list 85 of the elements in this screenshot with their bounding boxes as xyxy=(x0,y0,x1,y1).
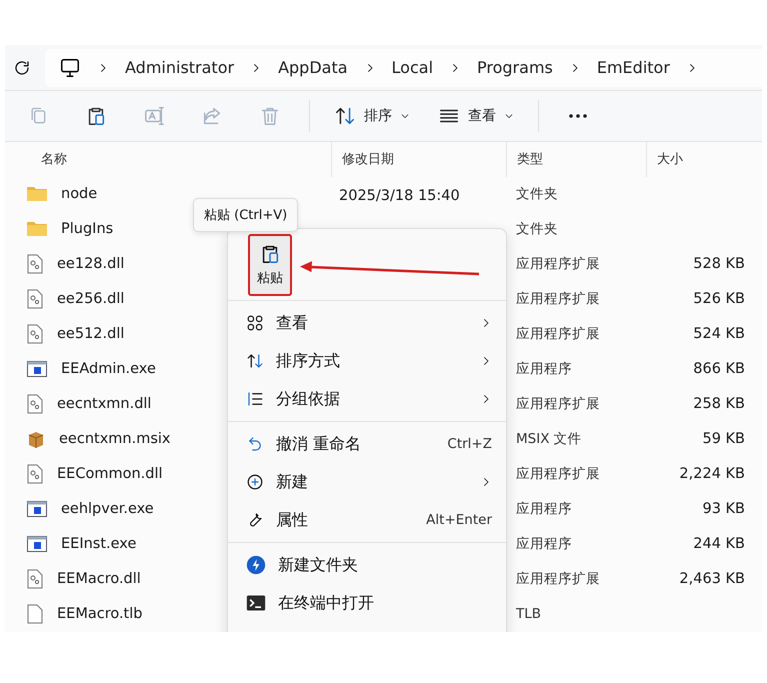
file-name[interactable]: ee256.dll xyxy=(49,291,124,308)
file-type: TLB xyxy=(515,606,542,622)
settings-file-icon xyxy=(27,254,43,274)
file-type: 应用程序扩展 xyxy=(515,325,601,344)
file-type: 文件夹 xyxy=(515,185,559,204)
file-name[interactable]: PlugIns xyxy=(53,221,114,238)
sort-icon xyxy=(246,352,264,370)
file-name[interactable]: node xyxy=(53,186,98,202)
file-size: 526 KB xyxy=(692,291,745,308)
column-header[interactable]: 类型 xyxy=(506,142,646,177)
menu-item[interactable]: 分组依据 xyxy=(228,380,506,418)
menu-item[interactable]: 撤消 重命名 Ctrl+Z xyxy=(228,425,506,463)
breadcrumb-item[interactable]: EmEditor xyxy=(596,58,670,78)
breadcrumb-item[interactable]: Programs xyxy=(477,58,553,78)
computer-icon xyxy=(59,56,81,79)
menu-item[interactable]: 新建文件夹 xyxy=(228,546,506,584)
settings-file-icon xyxy=(27,289,43,310)
list-icon xyxy=(246,390,264,408)
shortcut-text: Alt+Enter xyxy=(426,512,492,528)
file-type: 应用程序 xyxy=(515,360,573,378)
file-name[interactable]: ee512.dll xyxy=(49,326,124,342)
file-size: 2,463 KB xyxy=(678,571,745,588)
file-size: 258 KB xyxy=(692,396,745,412)
file-type: 应用程序扩展 xyxy=(515,395,601,414)
file-size: 866 KB xyxy=(692,361,745,378)
file-type: 应用程序 xyxy=(515,500,573,518)
file-name[interactable]: EEMacro.dll xyxy=(49,571,141,588)
grid-icon xyxy=(246,314,264,332)
settings-file-icon xyxy=(27,394,43,414)
refresh-icon xyxy=(13,58,31,77)
terminal-icon xyxy=(246,594,266,612)
menu-item[interactable]: 属性 Alt+Enter xyxy=(228,501,506,539)
trash-icon xyxy=(259,105,281,128)
more-icon xyxy=(569,114,587,118)
file-type: 应用程序 xyxy=(515,535,573,554)
column-header[interactable]: 名称 xyxy=(5,142,331,177)
add-icon xyxy=(246,473,264,491)
file-name[interactable]: EECommon.dll xyxy=(49,466,163,482)
file-size: 2,224 KB xyxy=(678,466,745,482)
settings-file-icon xyxy=(27,569,43,590)
file-type: 应用程序扩展 xyxy=(515,290,601,308)
column-header[interactable]: 修改日期 xyxy=(331,142,506,177)
file-type: 应用程序扩展 xyxy=(515,570,601,588)
file-type: 文件夹 xyxy=(515,220,559,238)
shortcut-text: Ctrl+Z xyxy=(447,436,492,452)
file-name[interactable]: EEMacro.tlb xyxy=(49,606,142,622)
file-icon xyxy=(27,604,43,624)
menu-item[interactable]: 查看 xyxy=(228,304,506,342)
settings-file-icon xyxy=(27,324,43,344)
file-name[interactable]: EEInst.exe xyxy=(53,536,136,552)
view-menu-button[interactable]: 查看 xyxy=(424,98,528,134)
lightning-icon xyxy=(246,555,266,575)
package-icon xyxy=(27,430,45,448)
tooltip: 粘贴 (Ctrl+V) xyxy=(193,198,298,232)
sort-menu-button[interactable]: 排序 xyxy=(320,98,424,134)
file-size: 524 KB xyxy=(692,326,745,342)
menu-item[interactable]: 新建 xyxy=(228,463,506,501)
undo-icon xyxy=(246,435,264,453)
rename-icon xyxy=(143,105,165,128)
breadcrumb-item[interactable]: AppData xyxy=(278,58,348,78)
file-type: MSIX 文件 xyxy=(515,430,583,448)
file-size: 244 KB xyxy=(692,536,745,552)
file-name[interactable]: eecntxmn.dll xyxy=(49,396,152,412)
file-type: 应用程序扩展 xyxy=(515,465,601,484)
menu-item[interactable]: 在终端中打开 xyxy=(228,584,506,622)
file-name[interactable]: ee128.dll xyxy=(49,256,124,272)
file-size: 59 KB xyxy=(701,431,745,448)
folder-icon xyxy=(27,186,47,202)
breadcrumb-item[interactable]: Local xyxy=(392,58,434,78)
file-type: 应用程序扩展 xyxy=(515,255,601,274)
application-icon xyxy=(27,361,47,378)
file-size: 528 KB xyxy=(692,256,745,272)
application-icon xyxy=(27,536,47,552)
paste-button[interactable]: 粘贴 xyxy=(248,234,292,296)
file-size: 93 KB xyxy=(701,501,745,518)
file-name[interactable]: EEAdmin.exe xyxy=(53,361,156,378)
file-name[interactable]: eehlpver.exe xyxy=(53,501,154,518)
application-icon xyxy=(27,501,47,518)
folder-icon xyxy=(27,221,47,238)
menu-item[interactable]: 排序方式 xyxy=(228,342,506,380)
modified-date: 2025/3/18 15:40 xyxy=(338,188,460,204)
column-header[interactable]: 大小 xyxy=(646,142,742,177)
settings-file-icon xyxy=(27,464,43,484)
file-name[interactable]: eecntxmn.msix xyxy=(51,431,170,448)
breadcrumb-item[interactable]: Administrator xyxy=(125,58,234,78)
